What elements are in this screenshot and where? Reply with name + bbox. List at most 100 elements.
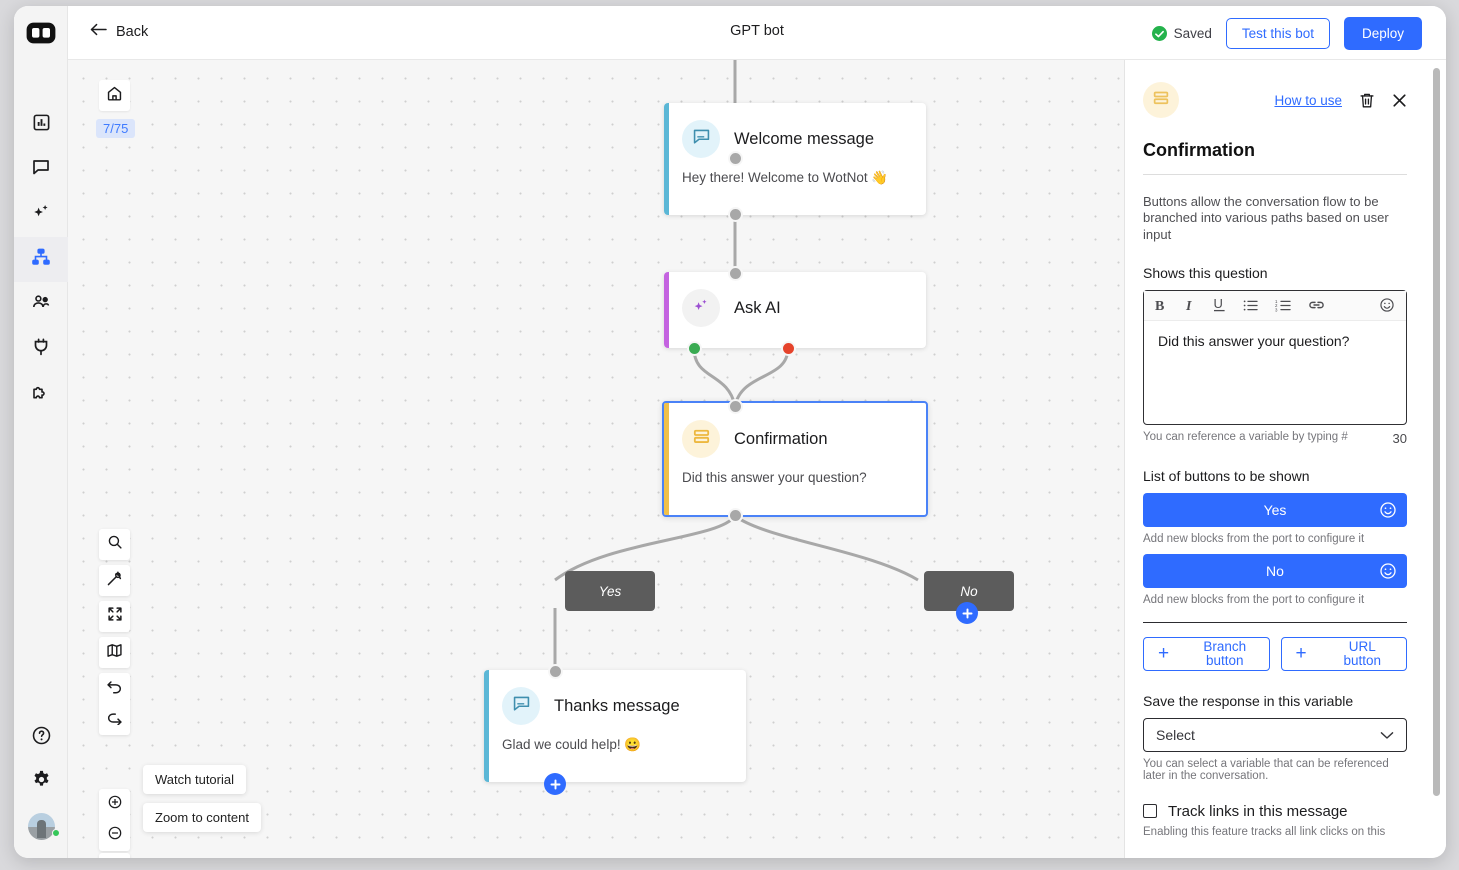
add-button-row: + Branch button + URL button xyxy=(1143,637,1407,671)
canvas-tool-redo[interactable] xyxy=(99,704,130,735)
variable-select[interactable]: Select xyxy=(1143,718,1407,752)
node-port-welcome-out[interactable] xyxy=(728,207,743,222)
panel-divider xyxy=(1143,174,1407,175)
question-field-label: Shows this question xyxy=(1143,265,1407,281)
sidebar-item-analytics[interactable] xyxy=(14,102,68,147)
message-button-no[interactable]: No xyxy=(1143,554,1407,588)
node-header: Welcome message xyxy=(664,103,926,158)
sidebar-item-bot-builder[interactable] xyxy=(14,237,68,282)
branch-chip-label: Yes xyxy=(599,584,622,599)
add-node-button-no-branch[interactable] xyxy=(956,602,978,624)
message-button-label: Yes xyxy=(1264,502,1287,518)
branch-chip-yes[interactable]: Yes xyxy=(565,571,655,611)
canvas-tool-zoom-stack xyxy=(99,789,130,851)
saved-label: Saved xyxy=(1174,26,1212,41)
canvas-tool-zoom-out[interactable] xyxy=(99,820,130,851)
node-port-thanks-in[interactable] xyxy=(548,664,563,679)
canvas-home-button[interactable] xyxy=(99,80,130,111)
canvas-tool-fullscreen[interactable] xyxy=(99,601,130,632)
sidebar-item-integrations[interactable] xyxy=(14,327,68,372)
canvas-tool-undo[interactable] xyxy=(99,673,130,704)
variable-select-value: Select xyxy=(1156,727,1195,743)
message-button-label: No xyxy=(1266,563,1284,579)
node-title: Ask AI xyxy=(734,299,781,318)
redo-icon xyxy=(106,710,123,730)
check-circle-icon xyxy=(1152,26,1167,41)
sidebar-item-settings[interactable] xyxy=(14,760,68,804)
canvas-tool-minimap[interactable] xyxy=(99,637,130,668)
add-node-button-thanks[interactable] xyxy=(544,773,566,795)
node-port-askai-success[interactable] xyxy=(687,341,702,356)
node-title: Thanks message xyxy=(554,697,680,716)
close-icon[interactable] xyxy=(1392,93,1407,108)
node-port-askai-failure[interactable] xyxy=(781,341,796,356)
magic-wand-icon xyxy=(106,570,123,592)
sidebar-item-contacts[interactable] xyxy=(14,282,68,327)
deploy-button[interactable]: Deploy xyxy=(1344,17,1422,50)
canvas-tool-magic[interactable] xyxy=(99,565,130,596)
editor-bold-button[interactable]: B xyxy=(1155,298,1168,313)
node-port-confirmation-in[interactable] xyxy=(728,399,743,414)
editor-bullet-list-button[interactable] xyxy=(1243,299,1258,312)
canvas-tool-history[interactable] xyxy=(99,853,130,858)
node-header: Thanks message xyxy=(484,670,746,725)
editor-emoji-button[interactable] xyxy=(1379,297,1395,313)
user-avatar[interactable] xyxy=(14,804,68,848)
smiley-icon[interactable] xyxy=(1379,501,1397,522)
add-url-label-line1: URL xyxy=(1349,639,1376,654)
wotnot-bot-logo-icon[interactable] xyxy=(24,20,58,46)
track-links-checkbox[interactable] xyxy=(1143,804,1157,818)
plus-icon: + xyxy=(1158,644,1169,664)
node-port-confirmation-out[interactable] xyxy=(728,508,743,523)
sidebar-item-ai[interactable] xyxy=(14,192,68,237)
flow-canvas[interactable]: 7/75 xyxy=(68,60,1124,858)
message-button-yes-hint: Add new blocks from the port to configur… xyxy=(1143,533,1407,545)
panel-scrollbar[interactable] xyxy=(1433,68,1440,796)
branch-chip-label: No xyxy=(960,584,977,599)
canvas-tool-zoom-in[interactable] xyxy=(99,789,130,820)
buttons-icon xyxy=(1151,88,1171,113)
panel-header-actions: How to use xyxy=(1274,92,1407,109)
editor-link-button[interactable] xyxy=(1308,299,1325,311)
panel-block-icon xyxy=(1143,82,1179,118)
panel-content: How to use xyxy=(1125,60,1425,838)
add-url-button[interactable]: + URL button xyxy=(1281,637,1408,671)
node-counter: 7/75 xyxy=(96,119,135,138)
trash-icon[interactable] xyxy=(1359,92,1375,109)
node-thanks-message[interactable]: Thanks message Glad we could help! 😀 xyxy=(484,670,746,782)
home-icon xyxy=(106,85,123,107)
node-body-text: Hey there! Welcome to WotNot 👋 xyxy=(664,158,926,186)
canvas-tool-magic-stack xyxy=(99,565,130,596)
node-body-text: Did this answer your question? xyxy=(664,458,926,485)
plus-icon: + xyxy=(1296,644,1307,664)
block-settings-panel: How to use xyxy=(1124,60,1446,858)
node-port-askai-in[interactable] xyxy=(728,266,743,281)
question-input[interactable]: Did this answer your question? xyxy=(1144,321,1406,424)
test-bot-button[interactable]: Test this bot xyxy=(1226,18,1330,49)
panel-header: How to use xyxy=(1143,60,1407,118)
track-links-row[interactable]: Track links in this message xyxy=(1143,803,1407,820)
node-title: Welcome message xyxy=(734,130,874,149)
node-stripe xyxy=(664,403,669,515)
smiley-icon[interactable] xyxy=(1379,562,1397,583)
canvas-tool-search[interactable] xyxy=(99,529,130,560)
node-confirmation[interactable]: Confirmation Did this answer your questi… xyxy=(662,401,928,517)
sidebar-item-apps[interactable] xyxy=(14,372,68,417)
editor-underline-button[interactable]: U xyxy=(1213,297,1226,313)
how-to-use-link[interactable]: How to use xyxy=(1274,93,1342,108)
editor-italic-button[interactable]: I xyxy=(1185,298,1196,313)
editor-numbered-list-button[interactable]: 1 2 3 xyxy=(1275,299,1291,312)
add-branch-button[interactable]: + Branch button xyxy=(1143,637,1270,671)
node-port-welcome-in[interactable] xyxy=(728,151,743,166)
node-stripe xyxy=(664,103,669,215)
sidebar-item-help[interactable] xyxy=(14,716,68,760)
rail-items xyxy=(14,102,68,417)
plug-icon xyxy=(31,337,51,362)
message-button-yes[interactable]: Yes xyxy=(1143,493,1407,527)
sidebar-item-inbox[interactable] xyxy=(14,147,68,192)
node-ask-ai[interactable]: Ask AI xyxy=(664,272,926,348)
sparkles-icon xyxy=(691,296,711,321)
node-welcome-message[interactable]: Welcome message Hey there! Welcome to Wo… xyxy=(664,103,926,215)
sparkles-icon xyxy=(31,202,51,227)
question-editor[interactable]: B I U xyxy=(1143,290,1407,425)
